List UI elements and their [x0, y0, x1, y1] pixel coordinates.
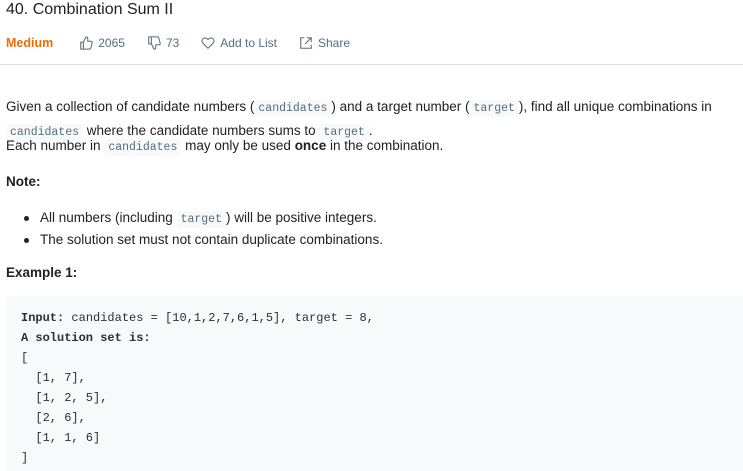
problem-meta-bar: Medium 2065 73 Add to List Share — [6, 34, 372, 52]
add-to-list-label: Add to List — [220, 36, 277, 50]
dislike-button[interactable]: 73 — [147, 36, 179, 50]
solution-label: A solution set is: — [21, 331, 151, 345]
solution-line: [2, 6], — [21, 411, 86, 425]
list-item: All numbers (including target) will be p… — [24, 207, 383, 229]
share-icon — [300, 37, 312, 49]
heart-icon — [201, 37, 215, 49]
example-code-block: Input: candidates = [10,1,2,7,6,1,5], ta… — [6, 296, 743, 471]
solution-line: ] — [21, 451, 29, 465]
share-button[interactable]: Share — [299, 36, 350, 50]
note-list: All numbers (including target) will be p… — [24, 207, 383, 251]
example-heading: Example 1: — [6, 265, 78, 280]
share-label: Share — [318, 36, 351, 50]
thumbs-down-icon — [148, 36, 161, 50]
like-button[interactable]: 2065 — [79, 36, 125, 50]
add-to-list-button[interactable]: Add to List — [201, 36, 277, 50]
solution-line: [1, 1, 6] — [21, 431, 101, 445]
input-label: Input: — [21, 311, 65, 325]
dislike-count: 73 — [165, 36, 180, 50]
solution-line: [1, 2, 5], — [21, 391, 108, 405]
thumbs-up-icon — [80, 36, 94, 50]
description-paragraph-1: Given a collection of candidate numbers … — [6, 98, 712, 141]
like-count: 2065 — [98, 36, 125, 50]
meta-divider — [0, 64, 743, 65]
solution-line: [1, 7], — [21, 371, 86, 385]
solution-line: [ — [21, 351, 29, 365]
note-heading: Note: — [6, 174, 41, 189]
list-item: The solution set must not contain duplic… — [24, 229, 383, 251]
difficulty-label: Medium — [6, 36, 54, 50]
description-paragraph-2: Each number in candidates may only be us… — [6, 138, 444, 156]
problem-title: 40. Combination Sum II — [6, 1, 174, 18]
input-value: candidates = [10,1,2,7,6,1,5], target = … — [64, 311, 374, 325]
